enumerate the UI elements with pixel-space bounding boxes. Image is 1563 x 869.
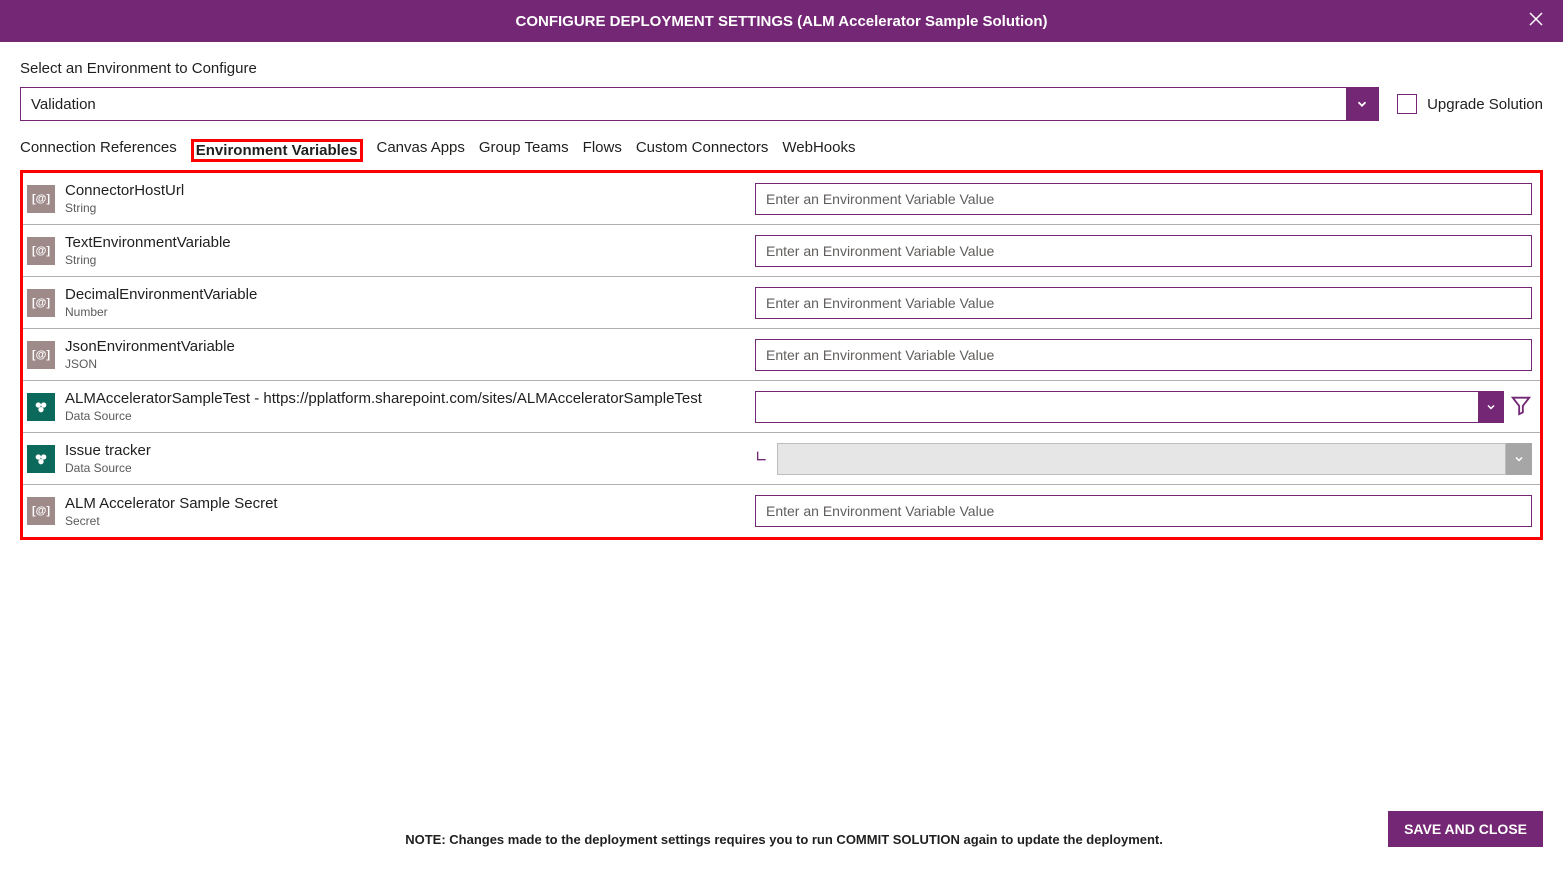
chevron-down-icon	[1478, 391, 1504, 423]
variable-row: ALMAcceleratorSampleTest - https://pplat…	[23, 381, 1540, 433]
variable-meta: ALMAcceleratorSampleTest - https://pplat…	[65, 390, 755, 423]
variable-name: ConnectorHostUrl	[65, 182, 755, 199]
variable-icon: [@]	[27, 341, 55, 369]
tabs: Connection References Environment Variabl…	[20, 139, 1543, 168]
footer-note: NOTE: Changes made to the deployment set…	[180, 832, 1388, 847]
variable-value-input[interactable]	[755, 495, 1532, 527]
dialog-title: CONFIGURE DEPLOYMENT SETTINGS (ALM Accel…	[516, 13, 1048, 30]
variable-meta: JsonEnvironmentVariable JSON	[65, 338, 755, 371]
variable-row: [@] JsonEnvironmentVariable JSON	[23, 329, 1540, 381]
variable-type: Secret	[65, 514, 755, 528]
tab-group-teams[interactable]: Group Teams	[479, 139, 569, 162]
close-icon[interactable]	[1527, 10, 1545, 32]
variable-meta: Issue tracker Data Source	[65, 442, 755, 475]
tab-canvas-apps[interactable]: Canvas Apps	[377, 139, 465, 162]
variable-type: String	[65, 253, 755, 267]
variable-value-combo-disabled	[777, 443, 1532, 475]
variable-value-input[interactable]	[755, 287, 1532, 319]
variable-name: DecimalEnvironmentVariable	[65, 286, 755, 303]
variable-type: Number	[65, 305, 755, 319]
tab-custom-connectors[interactable]: Custom Connectors	[636, 139, 769, 162]
environment-selected-value: Validation	[21, 96, 1346, 113]
variable-value-input[interactable]	[755, 235, 1532, 267]
environment-select[interactable]: Validation	[20, 87, 1379, 121]
variable-row: [@] ALM Accelerator Sample Secret Secret	[23, 485, 1540, 537]
environment-row: Validation Upgrade Solution	[20, 87, 1543, 121]
environment-label: Select an Environment to Configure	[20, 60, 1543, 77]
dependent-indicator-icon	[755, 449, 771, 468]
dialog-header: CONFIGURE DEPLOYMENT SETTINGS (ALM Accel…	[0, 0, 1563, 42]
variable-input-cell	[755, 339, 1532, 371]
upgrade-label: Upgrade Solution	[1427, 96, 1543, 113]
tab-flows[interactable]: Flows	[583, 139, 622, 162]
tab-environment-variables[interactable]: Environment Variables	[191, 139, 363, 162]
variable-name: Issue tracker	[65, 442, 755, 459]
variable-type: Data Source	[65, 461, 755, 475]
variable-type: String	[65, 201, 755, 215]
variable-row: [@] DecimalEnvironmentVariable Number	[23, 277, 1540, 329]
chevron-down-icon	[1346, 88, 1378, 120]
variable-type: JSON	[65, 357, 755, 371]
variable-icon: [@]	[27, 497, 55, 525]
variable-name: JsonEnvironmentVariable	[65, 338, 755, 355]
variable-type: Data Source	[65, 409, 755, 423]
variable-value-input[interactable]	[755, 183, 1532, 215]
variable-input-cell	[755, 235, 1532, 267]
upgrade-solution-checkbox[interactable]: Upgrade Solution	[1397, 94, 1543, 114]
variable-row: [@] TextEnvironmentVariable String	[23, 225, 1540, 277]
variable-icon: [@]	[27, 185, 55, 213]
variable-row: Issue tracker Data Source	[23, 433, 1540, 485]
variable-icon: [@]	[27, 289, 55, 317]
sharepoint-icon	[27, 445, 55, 473]
environment-variables-panel: [@] ConnectorHostUrl String [@] TextEnvironm…	[20, 170, 1543, 540]
variable-meta: TextEnvironmentVariable String	[65, 234, 755, 267]
variable-icon: [@]	[27, 237, 55, 265]
filter-icon[interactable]	[1510, 394, 1532, 419]
variable-input-cell	[755, 495, 1532, 527]
variable-value-input[interactable]	[755, 339, 1532, 371]
variable-meta: ALM Accelerator Sample Secret Secret	[65, 495, 755, 528]
tab-webhooks[interactable]: WebHooks	[782, 139, 855, 162]
variable-name: ALM Accelerator Sample Secret	[65, 495, 755, 512]
chevron-down-icon	[1506, 443, 1532, 475]
variable-meta: DecimalEnvironmentVariable Number	[65, 286, 755, 319]
variable-value-combo[interactable]	[755, 391, 1504, 423]
variable-name: ALMAcceleratorSampleTest - https://pplat…	[65, 390, 755, 407]
variable-row: [@] ConnectorHostUrl String	[23, 173, 1540, 225]
save-and-close-button[interactable]: SAVE AND CLOSE	[1388, 811, 1543, 847]
dialog-content: Select an Environment to Configure Valid…	[0, 42, 1563, 540]
tab-connection-references[interactable]: Connection References	[20, 139, 177, 162]
variable-meta: ConnectorHostUrl String	[65, 182, 755, 215]
footer: NOTE: Changes made to the deployment set…	[0, 799, 1563, 869]
checkbox-icon	[1397, 94, 1417, 114]
sharepoint-icon	[27, 393, 55, 421]
variable-input-cell	[755, 183, 1532, 215]
variable-name: TextEnvironmentVariable	[65, 234, 755, 251]
variable-input-cell	[755, 287, 1532, 319]
variable-input-cell	[755, 391, 1532, 423]
variable-input-cell	[755, 443, 1532, 475]
